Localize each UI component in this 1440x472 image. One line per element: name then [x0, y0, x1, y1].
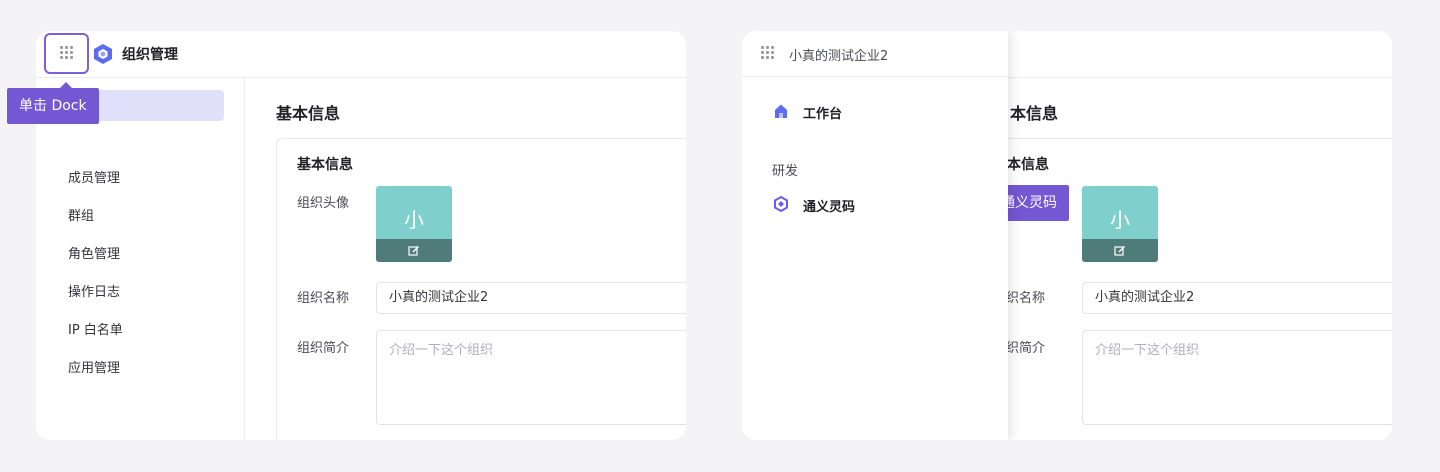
sidebar-item-members[interactable]: 成员管理 — [68, 167, 120, 186]
org-avatar-behind[interactable]: 小 — [1082, 186, 1158, 262]
org-avatar[interactable]: 小 — [376, 186, 452, 262]
org-intro-textarea-behind[interactable]: 介绍一下这个组织 — [1082, 330, 1392, 425]
drawer-org-name: 小真的测试企业2 — [789, 49, 889, 64]
dock-open-window: 本信息 基本信息 小 组织名称 小真的测试企业2 组织简介 介绍一下这个组织 小… — [742, 31, 1392, 440]
sidebar-item-app-management[interactable]: 应用管理 — [68, 357, 120, 376]
drawer-header: 小真的测试企业2 — [742, 31, 1008, 77]
sidebar-item-roles[interactable]: 角色管理 — [68, 243, 120, 262]
dock-highlight — [44, 33, 89, 74]
org-name-input[interactable]: 小真的测试企业2 — [376, 282, 686, 314]
edit-icon[interactable] — [1114, 245, 1126, 257]
sidebar-item-ip-whitelist[interactable]: IP 白名单 — [68, 319, 123, 338]
top-bar: 组织管理 — [36, 31, 686, 78]
app-title: 组织管理 — [122, 47, 178, 63]
sidebar: 成员管理 群组 角色管理 操作日志 IP 白名单 应用管理 — [36, 78, 245, 440]
drawer-item-workbench[interactable]: 工作台 — [803, 103, 842, 122]
drawer-item-tongyi-lingma[interactable]: 通义灵码 — [803, 196, 855, 215]
basic-info-card-behind: 基本信息 小 组织名称 小真的测试企业2 组织简介 介绍一下这个组织 — [992, 138, 1392, 440]
card-title: 基本信息 — [297, 157, 353, 173]
house-icon — [773, 103, 789, 119]
grid-dots-icon[interactable] — [761, 46, 775, 60]
page-title-behind: 本信息 — [1010, 104, 1059, 123]
page-title: 基本信息 — [276, 104, 341, 123]
tongyi-lingma-icon — [773, 195, 789, 213]
edit-icon[interactable] — [408, 245, 420, 257]
avatar-edit-bar[interactable] — [376, 239, 452, 262]
avatar-char: 小 — [404, 208, 424, 232]
hexagon-logo-icon — [93, 43, 113, 65]
dock-drawer: 小真的测试企业2 工作台 研发 通义灵码 — [742, 31, 1008, 440]
org-name-input-behind[interactable]: 小真的测试企业2 — [1082, 282, 1392, 314]
org-intro-label: 组织简介 — [297, 341, 350, 356]
basic-info-card: 基本信息 组织头像 小 组织名称 小真的测试企业2 组织简介 介绍一下这个组织 — [276, 138, 686, 440]
avatar-label: 组织头像 — [297, 196, 350, 211]
sidebar-item-groups[interactable]: 群组 — [68, 205, 94, 224]
drawer-section-dev: 研发 — [772, 164, 799, 179]
tooltip-click-dock: 单击 Dock — [7, 88, 99, 124]
avatar-edit-bar-behind[interactable] — [1082, 239, 1158, 262]
avatar-char-behind: 小 — [1110, 208, 1130, 232]
org-name-label: 组织名称 — [297, 291, 350, 306]
main-content: 基本信息 基本信息 组织头像 小 组织名称 小真的测试企业2 组织简介 介绍一下… — [246, 78, 686, 440]
sidebar-item-operation-log[interactable]: 操作日志 — [68, 281, 120, 300]
org-intro-textarea[interactable]: 介绍一下这个组织 — [376, 330, 686, 425]
org-management-window: 组织管理 成员管理 群组 角色管理 操作日志 IP 白名单 应用管理 基本信息 … — [36, 31, 686, 440]
